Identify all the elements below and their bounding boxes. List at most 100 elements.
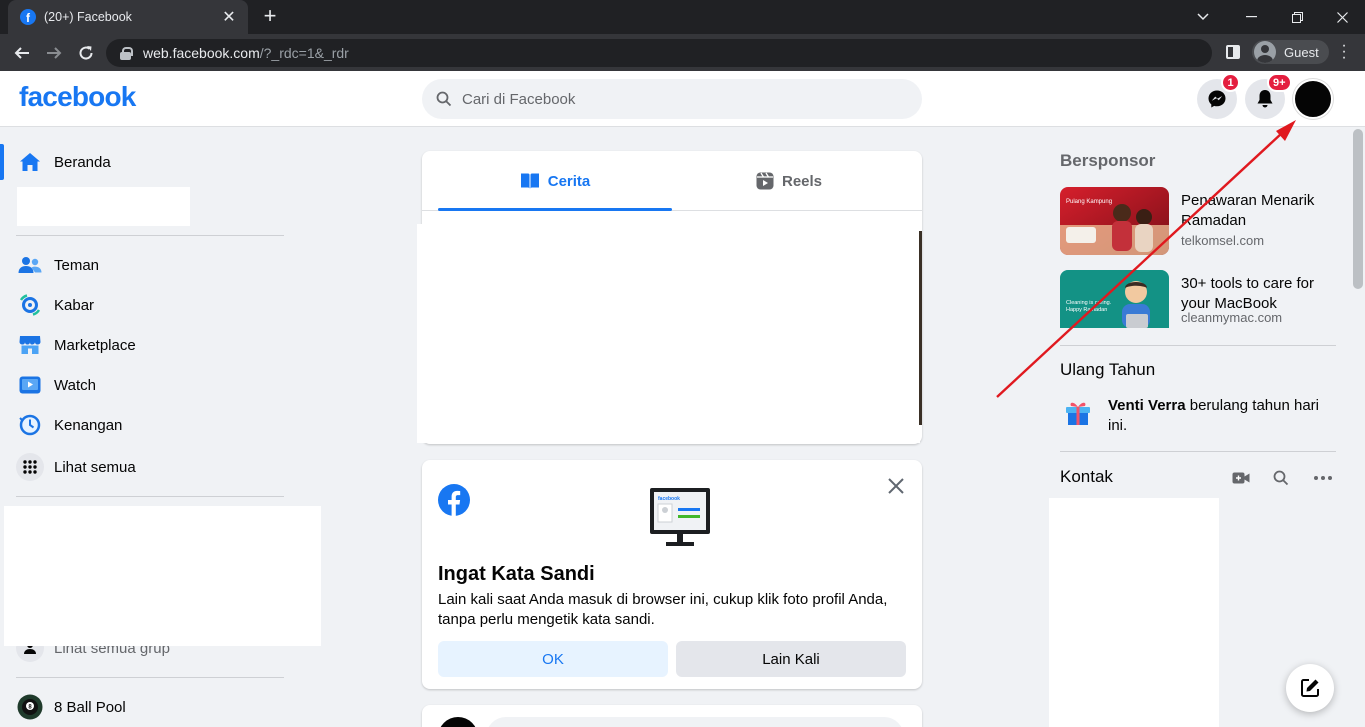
svg-text:facebook: facebook	[658, 496, 680, 502]
sidebar-divider	[16, 496, 284, 497]
post-composer-card	[422, 705, 922, 727]
not-now-button[interactable]: Lain Kali	[676, 641, 906, 677]
redacted-profile-block	[17, 187, 190, 226]
search-input[interactable]: Cari di Facebook	[422, 79, 922, 119]
marketplace-icon	[19, 336, 41, 354]
account-avatar[interactable]	[1293, 79, 1333, 119]
sponsored-ad-telkomsel[interactable]: Pulang Kampung Penawaran Menarik Ramadan…	[1060, 187, 1350, 255]
memories-icon	[19, 414, 41, 436]
right-divider	[1060, 345, 1336, 346]
contacts-options-button[interactable]	[1311, 466, 1335, 490]
messenger-badge: 1	[1221, 73, 1240, 92]
new-message-button[interactable]	[1286, 664, 1334, 712]
tab-search-icon[interactable]	[1180, 0, 1226, 34]
sidebar-item-label: Watch	[54, 376, 96, 394]
bell-icon	[1257, 90, 1273, 108]
ad-image: Pulang Kampung	[1060, 187, 1169, 255]
sidebar-item-kenangan[interactable]: Kenangan	[16, 407, 122, 443]
tab-reels[interactable]: Reels	[672, 151, 906, 211]
search-icon	[436, 91, 452, 107]
sidebar-item-marketplace[interactable]: Marketplace	[16, 327, 136, 363]
remember-password-title: Ingat Kata Sandi	[438, 563, 595, 585]
sponsored-ad-cleanmymac[interactable]: Cleaning is caring. Happy Ramadan 30+ to…	[1060, 270, 1350, 338]
new-room-button[interactable]	[1229, 466, 1253, 490]
sidebar-item-teman[interactable]: Teman	[16, 247, 99, 283]
more-options-icon	[1314, 476, 1332, 480]
birthday-name[interactable]: Venti Verra	[1108, 397, 1186, 414]
notifications-button[interactable]: 9+	[1245, 73, 1292, 119]
browser-toolbar: web.facebook.com/?_rdc=1&_rdr Guest · · ·	[0, 34, 1365, 71]
composer-avatar[interactable]	[438, 717, 478, 727]
stories-book-icon	[520, 173, 539, 189]
sidebar-item-lihat-semua[interactable]: Lihat semua	[16, 449, 136, 485]
contacts-heading: Kontak	[1060, 467, 1113, 486]
computer-login-illustration-icon: facebook	[650, 488, 710, 546]
sidebar-item-kabar[interactable]: Kabar	[16, 287, 94, 323]
grid-icon	[23, 460, 37, 474]
address-bar[interactable]: web.facebook.com/?_rdc=1&_rdr	[106, 39, 1212, 67]
tab-label: Cerita	[547, 172, 591, 190]
side-panel-icon[interactable]	[1226, 45, 1240, 59]
ad-title: 30+ tools to care for your MacBook	[1181, 275, 1314, 312]
notifications-badge: 9+	[1267, 73, 1292, 92]
redacted-groups-block	[4, 506, 321, 646]
search-placeholder: Cari di Facebook	[462, 90, 576, 108]
lock-icon[interactable]	[120, 47, 133, 60]
facebook-favicon-icon: f	[20, 9, 36, 25]
back-button[interactable]	[10, 41, 34, 65]
story-thumbnail-edge	[919, 231, 922, 425]
birthdays-heading: Ulang Tahun	[1060, 360, 1156, 379]
forward-button[interactable]	[42, 41, 66, 65]
sidebar-item-watch[interactable]: Watch	[16, 367, 96, 403]
browser-tab[interactable]: f (20+) Facebook ✕	[8, 0, 248, 34]
restore-button[interactable]	[1274, 0, 1320, 34]
tab-label: Reels	[781, 172, 823, 190]
tab-cerita[interactable]: Cerita	[438, 151, 672, 211]
search-icon	[1273, 470, 1289, 486]
svg-text:Pulang Kampung: Pulang Kampung	[1066, 199, 1112, 205]
messenger-button[interactable]: 1	[1197, 73, 1240, 119]
composer-input[interactable]	[486, 717, 904, 727]
friends-icon	[18, 257, 42, 273]
facebook-logo[interactable]: facebook	[19, 81, 136, 113]
tab-close-icon[interactable]: ✕	[220, 7, 238, 27]
scrollbar-thumb[interactable]	[1353, 129, 1363, 289]
shortcut-8-ball-pool[interactable]: 8 8 Ball Pool	[16, 689, 126, 725]
url-path: /?_rdc=1&_rdr	[259, 45, 349, 61]
minimize-button[interactable]	[1228, 0, 1274, 34]
sidebar-item-beranda[interactable]: Beranda	[16, 144, 111, 180]
compose-icon	[1301, 679, 1319, 697]
browser-menu-icon[interactable]: · · ·	[1338, 38, 1350, 66]
sponsored-heading: Bersponsor	[1060, 151, 1156, 170]
svg-text:Happy Ramadan: Happy Ramadan	[1066, 307, 1107, 313]
sidebar-item-label: Marketplace	[54, 336, 136, 354]
gift-icon	[1066, 402, 1090, 425]
profile-label: Guest	[1284, 44, 1319, 60]
remember-password-card: facebook Ingat Kata Sandi Lain kali saat…	[422, 460, 922, 689]
ok-button[interactable]: OK	[438, 641, 668, 677]
search-contacts-button[interactable]	[1269, 466, 1293, 490]
svg-text:Cleaning is caring.: Cleaning is caring.	[1066, 300, 1112, 306]
redacted-contacts-block	[1049, 498, 1219, 727]
url-host: web.facebook.com	[143, 45, 260, 61]
new-tab-button[interactable]: +	[258, 5, 282, 29]
sidebar-divider	[16, 677, 284, 678]
facebook-header: facebook Cari di Facebook 1 9+	[0, 71, 1365, 127]
ad-image: Cleaning is caring. Happy Ramadan	[1060, 270, 1169, 338]
page-scrollbar[interactable]	[1351, 127, 1365, 727]
ad-domain: telkomsel.com	[1181, 233, 1265, 248]
ad-title: Penawaran Menarik Ramadan	[1181, 192, 1315, 229]
ad-domain: cleanmymac.com	[1181, 310, 1283, 325]
remember-password-text: Lain kali saat Anda masuk di browser ini…	[438, 591, 888, 628]
browser-tab-strip: f (20+) Facebook ✕ +	[0, 0, 1365, 34]
profile-button[interactable]: Guest	[1252, 40, 1329, 64]
active-tab-underline	[438, 208, 672, 211]
close-window-button[interactable]	[1319, 0, 1365, 34]
close-icon[interactable]	[884, 474, 908, 498]
reload-button[interactable]	[74, 41, 98, 65]
sidebar-item-label: 8 Ball Pool	[54, 698, 126, 716]
sidebar-item-label: Kenangan	[54, 416, 123, 434]
right-divider	[1060, 451, 1336, 452]
redacted-stories-block	[417, 224, 920, 443]
sidebar-item-label: Beranda	[54, 153, 111, 171]
